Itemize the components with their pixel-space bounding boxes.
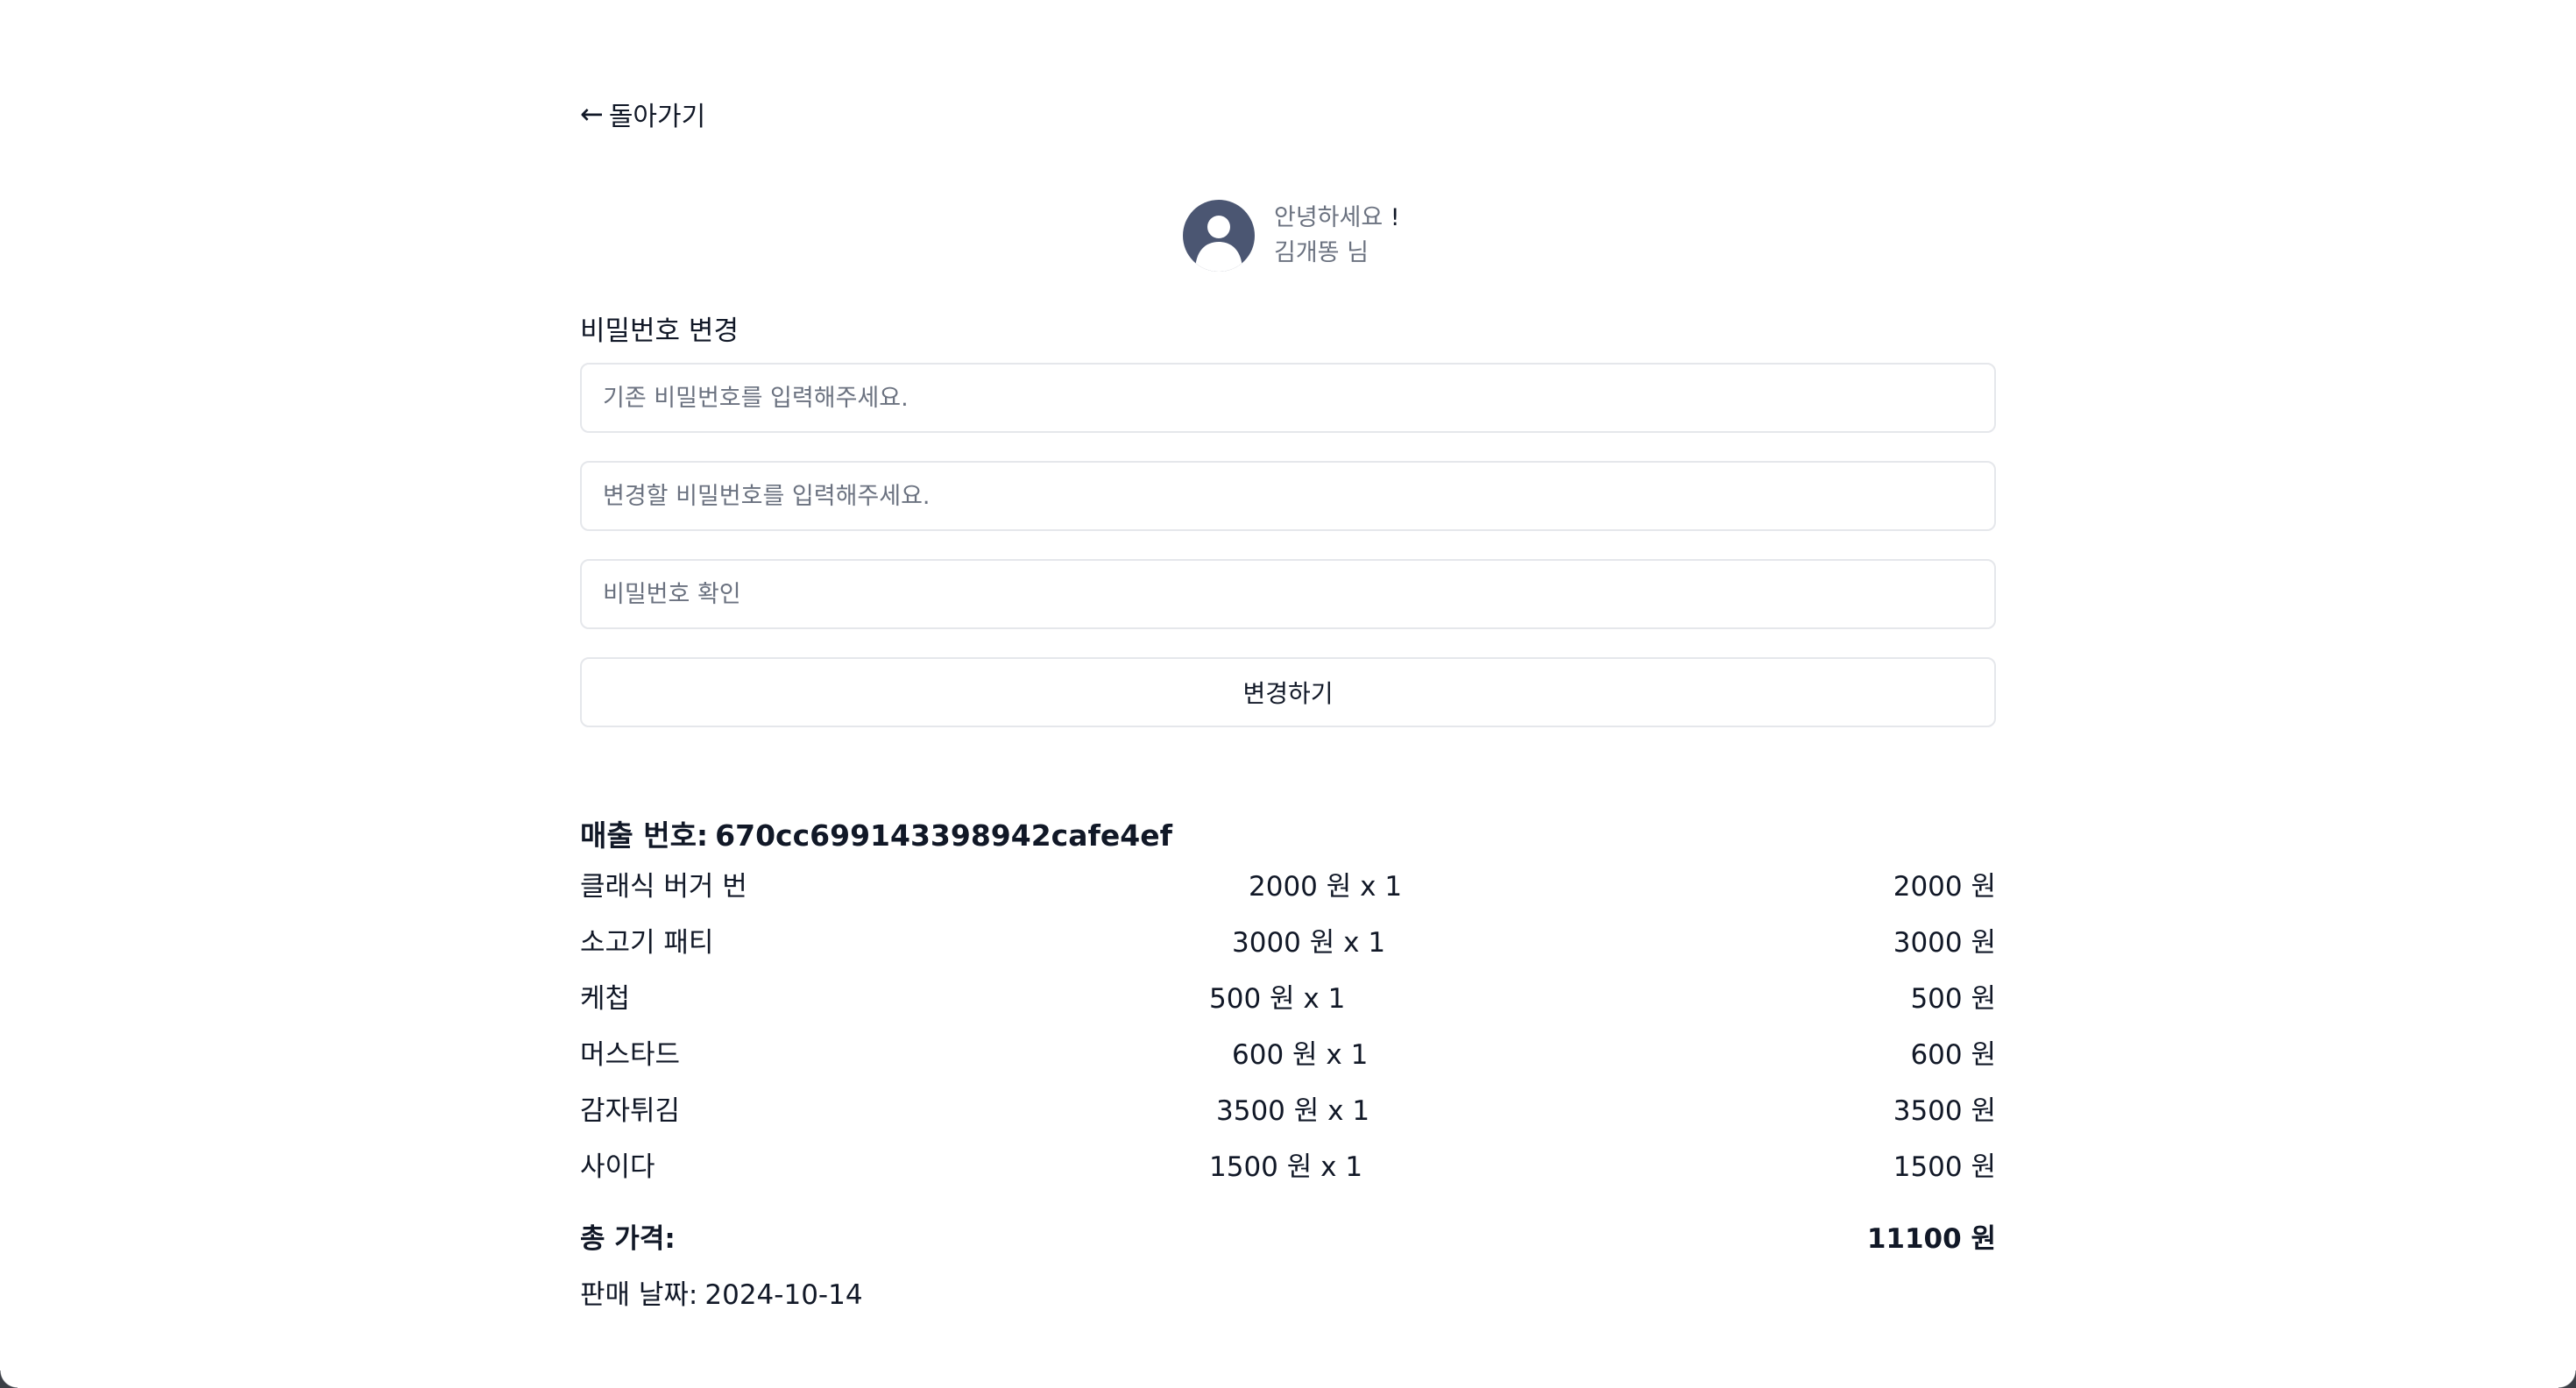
order-item-row: 사이다 1500 원 x 1 1500 원 [580, 1139, 1996, 1195]
greeting: 안녕하세요 ! 김개똥 님 [1274, 203, 1400, 268]
item-price: 2000 원 [1893, 871, 1996, 903]
sale-date-label: 판매 날짜: [580, 1279, 698, 1311]
order-number: 매출 번호: 670cc699143398942cafe4ef [580, 813, 1996, 859]
page: ← 돌아가기 안녕하세요 ! 김개똥 님 비밀번호 변경 변경하기 매출 번호:… [0, 0, 2576, 1388]
greeting-line: 안녕하세요 ! [1274, 203, 1400, 233]
item-name: 클래식 버거 번 [580, 871, 747, 903]
back-link[interactable]: ← 돌아가기 [580, 93, 705, 135]
new-password-input[interactable] [580, 461, 1996, 531]
order-details: 매출 번호: 670cc699143398942cafe4ef 클래식 버거 번 … [580, 813, 1996, 1323]
item-unit-qty: 500 원 x 1 [1209, 983, 1346, 1015]
total-amount: 11100 원 [1866, 1223, 1996, 1255]
order-total: 총 가격: 11100 원 [580, 1211, 1996, 1267]
item-unit-qty: 3000 원 x 1 [1232, 927, 1386, 959]
confirm-password-input[interactable] [580, 559, 1996, 629]
user-name: 김개똥 님 [1274, 239, 1369, 266]
back-link-label: 돌아가기 [608, 102, 706, 132]
order-item-row: 클래식 버거 번 2000 원 x 1 2000 원 [580, 859, 1996, 915]
item-unit-qty: 2000 원 x 1 [1249, 871, 1403, 903]
user-profile: 안녕하세요 ! 김개똥 님 [1183, 200, 1400, 272]
item-price: 600 원 [1910, 1039, 1996, 1071]
order-item-row: 머스타드 600 원 x 1 600 원 [580, 1027, 1996, 1083]
order-item-row: 소고기 패티 3000 원 x 1 3000 원 [580, 915, 1996, 971]
item-name: 사이다 [580, 1151, 655, 1183]
arrow-left-icon: ← [580, 97, 604, 131]
total-label: 총 가격: [580, 1223, 676, 1255]
window-corner [2558, 1370, 2576, 1388]
order-number-label: 매출 번호: [580, 818, 709, 853]
item-price: 3000 원 [1893, 927, 1996, 959]
user-avatar-icon [1183, 200, 1255, 272]
item-price: 3500 원 [1893, 1095, 1996, 1127]
change-password-button[interactable]: 변경하기 [580, 657, 1996, 727]
item-name: 머스타드 [580, 1039, 681, 1071]
order-item-row: 케첩 500 원 x 1 500 원 [580, 971, 1996, 1027]
item-unit-qty: 3500 원 x 1 [1216, 1095, 1370, 1127]
greeting-exclamation: ! [1390, 204, 1400, 231]
password-change-title: 비밀번호 변경 [580, 315, 739, 347]
sale-date-value: 2024-10-14 [704, 1279, 863, 1311]
sale-date: 판매 날짜: 2024-10-14 [580, 1267, 1996, 1323]
item-name: 케첩 [580, 983, 631, 1015]
item-name: 소고기 패티 [580, 927, 714, 959]
item-price: 500 원 [1910, 983, 1996, 1015]
order-item-row: 감자튀김 3500 원 x 1 3500 원 [580, 1083, 1996, 1139]
item-name: 감자튀김 [580, 1095, 681, 1127]
item-price: 1500 원 [1893, 1151, 1996, 1183]
item-unit-qty: 1500 원 x 1 [1209, 1151, 1363, 1183]
window-corner [0, 1370, 18, 1388]
current-password-input[interactable] [580, 363, 1996, 433]
greeting-text: 안녕하세요 [1274, 204, 1384, 231]
order-number-value: 670cc699143398942cafe4ef [715, 818, 1172, 853]
item-unit-qty: 600 원 x 1 [1232, 1039, 1369, 1071]
